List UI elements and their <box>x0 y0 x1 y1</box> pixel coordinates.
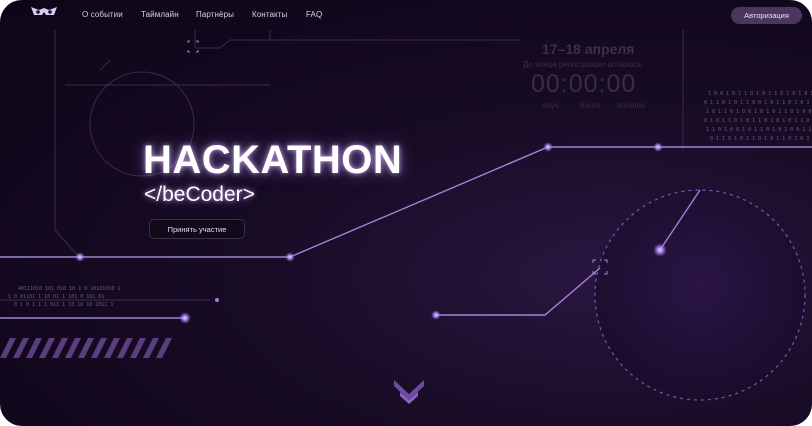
owl-eyes-logo-icon[interactable] <box>30 5 58 19</box>
nav-link-about[interactable]: О событии <box>82 10 123 19</box>
circuit-background: 1 0 0 1 0 1 1 0 1 0 1 1 0 1 0 1 0 1 0 0 … <box>0 30 812 401</box>
svg-text:1 0 1 1 0 1 0 0 1 0 1 0 1 1 0: 1 0 1 1 0 1 0 0 1 0 1 0 1 1 0 1 0 0 1 <box>706 109 812 115</box>
join-button[interactable]: Принять участие <box>149 219 245 239</box>
hatch-stripes <box>0 338 172 358</box>
nav-link-faq[interactable]: FAQ <box>306 10 322 19</box>
nav-link-partners[interactable]: Партнёры <box>196 10 234 19</box>
chevron-down-icon[interactable] <box>392 374 426 408</box>
svg-text:0 1 1 0 1 0 1 1 0 0 1 0 1 1: 0 1 1 0 1 0 1 1 0 0 1 0 1 1 0 1 0 1 <box>704 100 809 106</box>
countdown-unit-days: days <box>542 101 559 110</box>
hero-subtitle: </beCoder> <box>144 183 255 206</box>
svg-text:1 0 0 1 0 1 1 0 1 0 1 1 0 1: 1 0 0 1 0 1 1 0 1 0 1 1 0 1 0 1 0 1 0 <box>708 91 812 97</box>
hero-title: HACKATHON <box>143 138 403 182</box>
countdown-unit-hours: hours <box>580 101 601 110</box>
binary-block-right: 1 0 0 1 0 1 1 0 1 0 1 1 0 1 0 1 0 1 0 0 … <box>704 91 812 142</box>
svg-text:0 1 0 1 1 0 1 0 1 1 0 1 0 1 0: 0 1 0 1 1 0 1 0 1 1 0 1 0 1 0 1 1 0 1 <box>704 118 812 124</box>
page-frame: 1 0 0 1 0 1 1 0 1 0 1 1 0 1 0 1 0 1 0 0 … <box>0 0 812 426</box>
countdown-label: До конца регистрации осталось: <box>523 60 644 69</box>
countdown-timer: 00:00:00 <box>531 70 637 98</box>
countdown-unit-minutes: minutes <box>617 101 646 110</box>
nav-link-contacts[interactable]: Контакты <box>252 10 287 19</box>
event-date: 17–18 апреля <box>542 41 635 57</box>
nav-link-timeline[interactable]: Таймлайн <box>141 10 179 19</box>
auth-button[interactable]: Авторизация <box>731 7 802 24</box>
top-nav: О событии Таймлайн Партнёры Контакты FAQ… <box>0 0 812 30</box>
svg-text:1 1 0 1 0 0 1 0 1 1 0 1 0 1 0: 1 1 0 1 0 0 1 0 1 1 0 1 0 1 0 0 1 1 0 <box>706 127 812 133</box>
orb-circle <box>595 190 805 400</box>
svg-text:0 1 1 0 1 0 1 1 0 1 0 1 1 0 1: 0 1 1 0 1 0 1 1 0 1 0 1 1 0 1 0 1 <box>710 136 809 142</box>
